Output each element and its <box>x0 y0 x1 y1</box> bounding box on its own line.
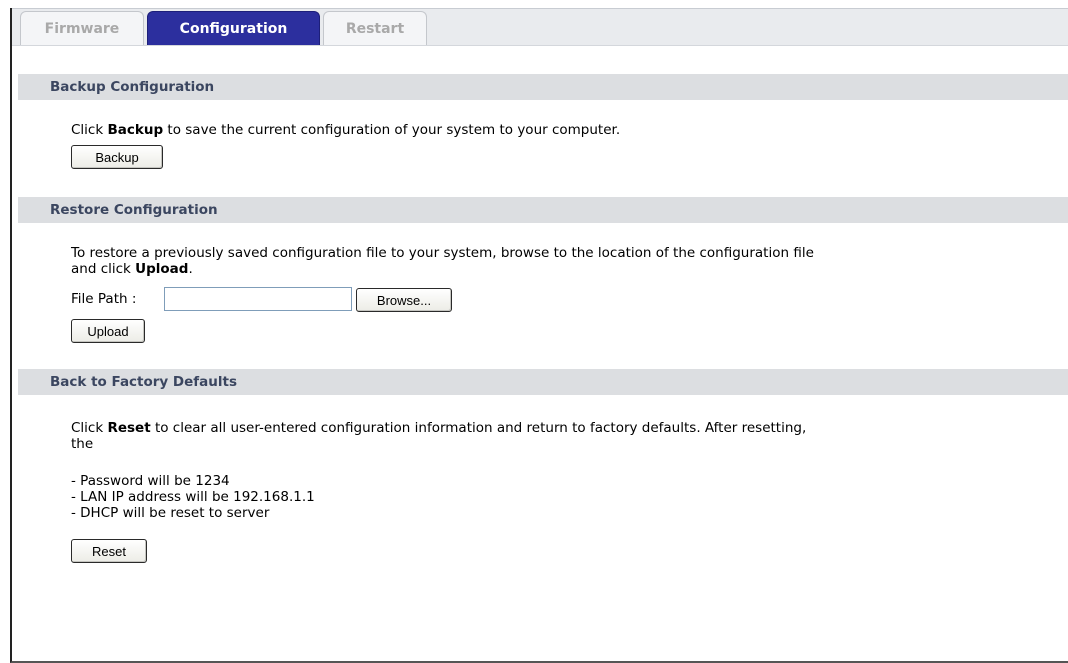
factory-description-line1: Click Reset to clear all user-entered co… <box>71 420 806 436</box>
backup-text-pre: Click <box>71 122 108 138</box>
factory-list-item: - LAN IP address will be 192.168.1.1 <box>71 489 315 505</box>
factory-list-item: - Password will be 1234 <box>71 473 230 489</box>
reset-button[interactable]: Reset <box>71 539 147 563</box>
backup-section-header: Backup Configuration <box>18 74 1068 100</box>
backup-text-bold: Backup <box>107 122 164 138</box>
backup-description: Click Backup to save the current configu… <box>71 122 620 138</box>
config-panel: Firmware Configuration Restart Backup Co… <box>10 8 1068 663</box>
factory-section-header: Back to Factory Defaults <box>18 369 1068 395</box>
factory-text-bold: Reset <box>107 420 151 436</box>
tab-firmware[interactable]: Firmware <box>20 11 144 45</box>
restore-text-bold: Upload <box>135 261 189 277</box>
tab-configuration[interactable]: Configuration <box>147 11 320 45</box>
restore-description-line2: and click Upload. <box>71 261 193 277</box>
file-path-input[interactable] <box>164 287 352 311</box>
file-path-label: File Path : <box>71 291 137 307</box>
factory-description-line2: the <box>71 436 94 452</box>
factory-text-post: to clear all user-entered configuration … <box>150 420 807 436</box>
factory-list-item: - DHCP will be reset to server <box>71 505 270 521</box>
restore-description-line1: To restore a previously saved configurat… <box>71 245 814 261</box>
restore-section-header: Restore Configuration <box>18 197 1068 223</box>
backup-text-post: to save the current configuration of you… <box>163 122 621 138</box>
tab-restart[interactable]: Restart <box>323 11 427 45</box>
restore-text-post: . <box>188 261 193 277</box>
restore-text-pre: and click <box>71 261 136 277</box>
factory-text-pre: Click <box>71 420 108 436</box>
browse-button[interactable]: Browse... <box>356 288 452 312</box>
backup-button[interactable]: Backup <box>71 145 163 169</box>
tab-bar: Firmware Configuration Restart <box>12 8 1068 46</box>
upload-button[interactable]: Upload <box>71 319 145 343</box>
